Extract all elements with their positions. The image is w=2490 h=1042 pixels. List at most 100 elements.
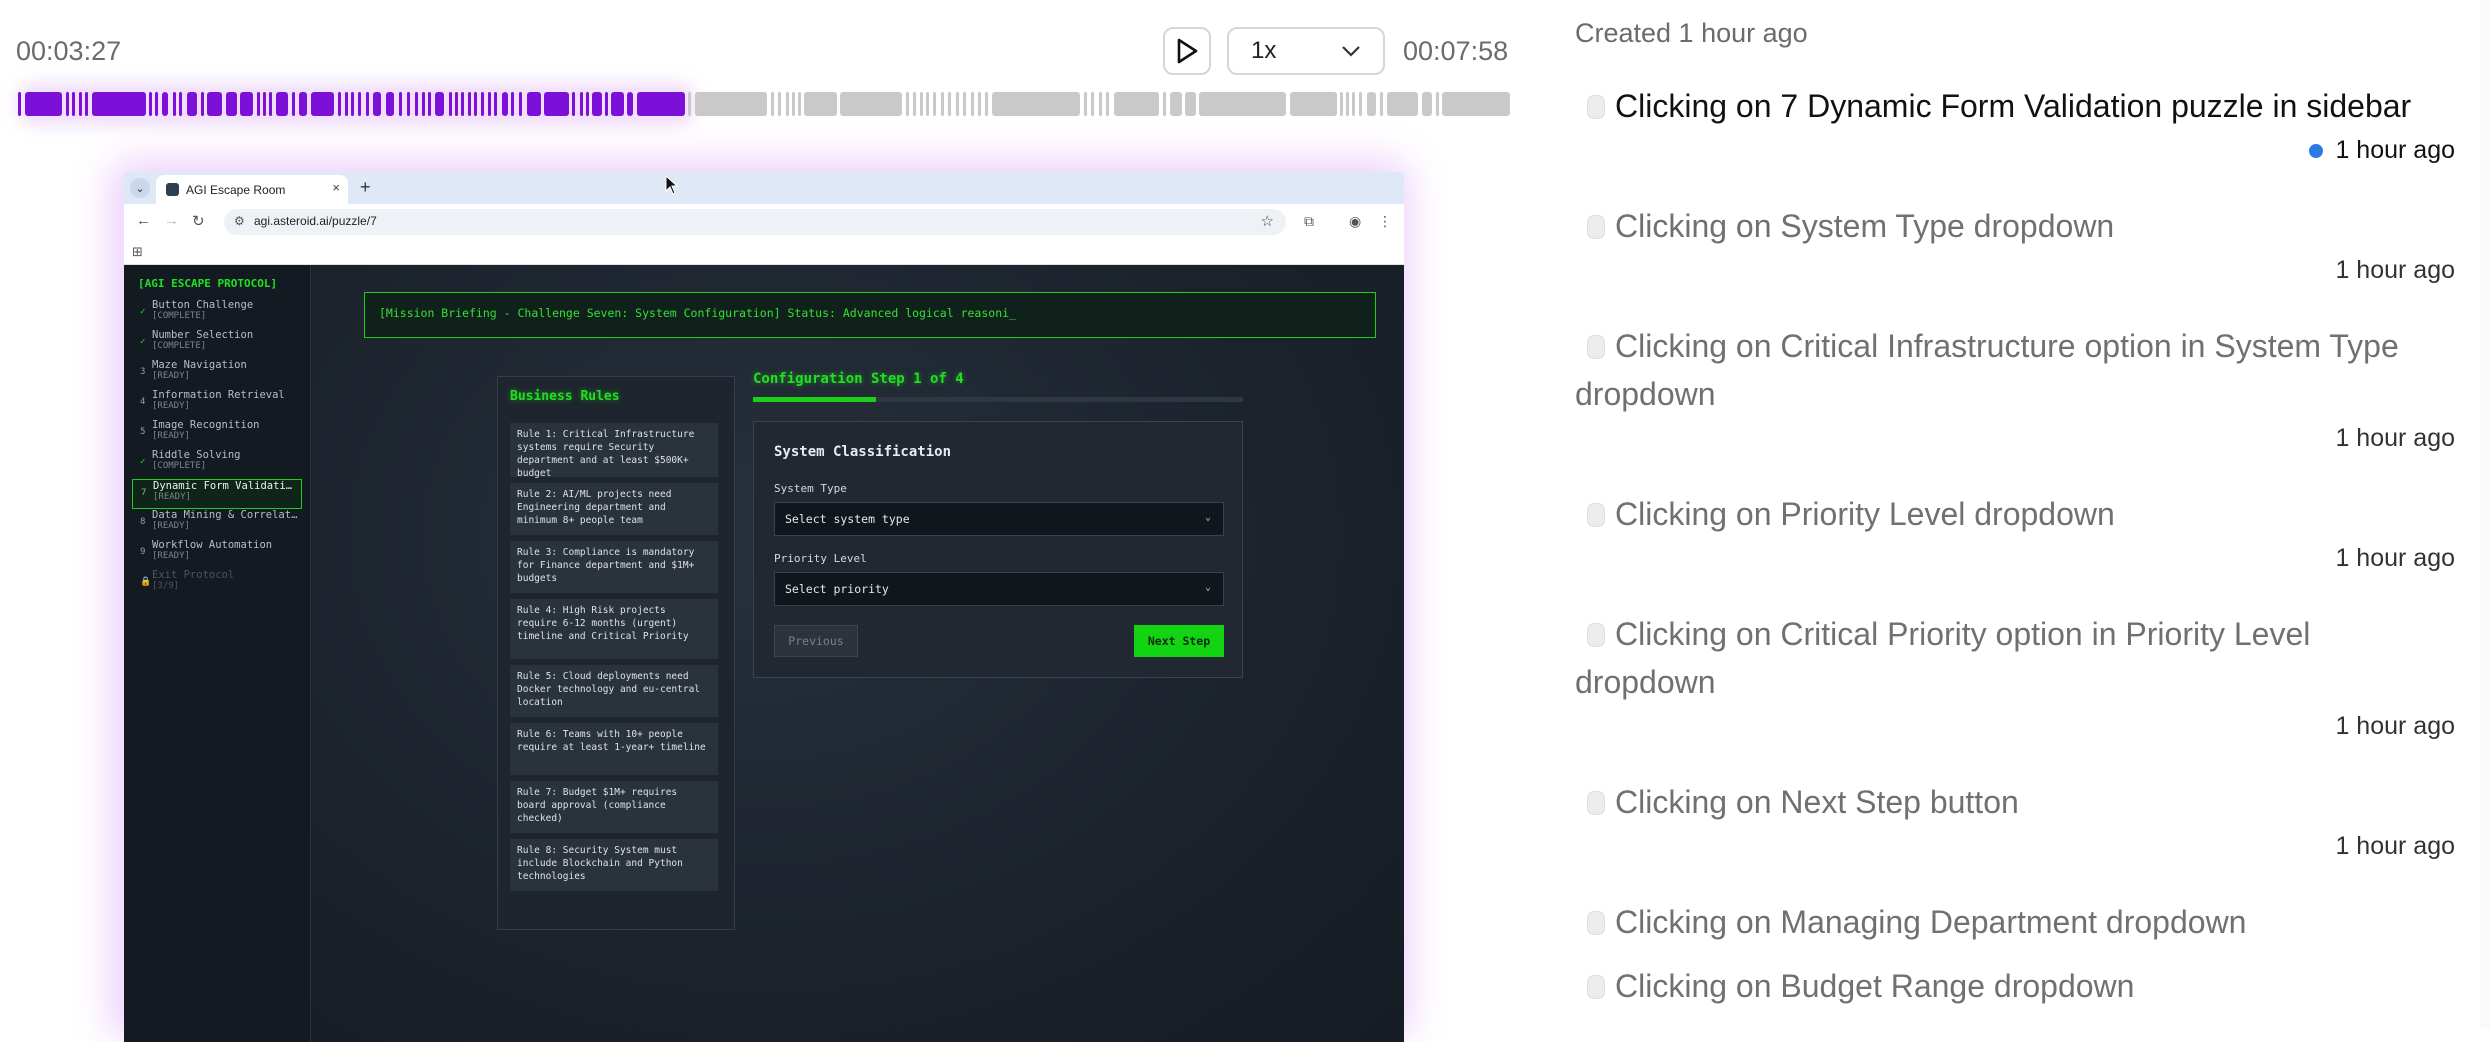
puzzle-number: 5 [140, 427, 146, 437]
log-entry-time: 1 hour ago [2335, 712, 2455, 740]
browser-toolbar: ← → ↻ ⚙ agi.asteroid.ai/puzzle/7 ☆ ⧉ ◉ ⋮ [124, 204, 1404, 240]
priority-level-dropdown[interactable]: Select priority ⌄ [774, 572, 1224, 606]
timeline-event-bar [544, 92, 569, 116]
timeline-event-bar [963, 92, 966, 116]
previous-button[interactable]: Previous [774, 625, 858, 657]
sidebar-item-puzzle[interactable]: 7 Dynamic Form Validati… [READY] [132, 479, 302, 509]
timeline-event-bar [688, 92, 691, 116]
business-rule: Rule 5: Cloud deployments need Docker te… [510, 665, 718, 717]
business-rule: Rule 3: Compliance is mandatory for Fina… [510, 541, 718, 593]
timeline-event-bar [978, 92, 981, 116]
timeline-event-bar [407, 92, 410, 116]
puzzle-number: 7 [141, 488, 147, 498]
timeline-event-bar [948, 92, 951, 116]
timeline-event-bar [1380, 92, 1383, 116]
business-rule: Rule 6: Teams with 10+ people require at… [510, 723, 718, 775]
bookmark-star-icon[interactable]: ☆ [1261, 212, 1274, 230]
timeline-activity-bars [18, 92, 1510, 116]
sidebar-item-puzzle[interactable]: 4 Information Retrieval [READY] [132, 389, 302, 419]
timeline-event-bar [792, 92, 795, 116]
back-icon[interactable]: ← [136, 212, 151, 229]
puzzle-status: [READY] [153, 492, 191, 502]
step-title: Configuration Step 1 of 4 [753, 371, 964, 387]
system-type-label: System Type [774, 482, 847, 495]
business-rules-panel: Business Rules Rule 1: Critical Infrastr… [497, 376, 735, 930]
puzzle-name: Data Mining & Correlat… [152, 509, 298, 521]
extensions-icon[interactable]: ⧉ [1304, 213, 1314, 230]
puzzle-name: Exit Protocol [152, 569, 235, 581]
timeline-event-bar [351, 92, 354, 116]
timeline-event-bar [502, 92, 508, 116]
reload-icon[interactable]: ↻ [192, 212, 205, 230]
created-timestamp: Created 1 hour ago [1575, 18, 1808, 48]
timeline-event-bar [386, 92, 394, 116]
sidebar-item-puzzle[interactable]: 9 Workflow Automation [READY] [132, 539, 302, 569]
log-entry[interactable]: Clicking on Critical Infrastructure opti… [1575, 322, 2455, 453]
profile-icon[interactable]: ◉ [1349, 213, 1361, 230]
site-info-icon[interactable]: ⚙ [234, 214, 245, 228]
timeline-event-bar [1185, 92, 1196, 116]
sidebar-item-puzzle[interactable]: 3 Maze Navigation [READY] [132, 359, 302, 389]
action-icon [1587, 95, 1605, 119]
timeline-event-bar [933, 92, 936, 116]
timeline-event-bar [511, 92, 514, 116]
address-bar[interactable]: ⚙ agi.asteroid.ai/puzzle/7 ☆ [224, 209, 1286, 235]
new-tab-icon[interactable]: + [360, 177, 371, 198]
log-entry-time: 1 hour ago [2335, 832, 2455, 860]
puzzle-status: [3/9] [152, 581, 180, 591]
configuration-wizard: Configuration Step 1 of 4 System Classif… [753, 371, 1243, 678]
close-icon[interactable]: × [332, 180, 340, 195]
timeline-event-bar [926, 92, 929, 116]
log-entry-title: Clicking on 7 Dynamic Form Validation pu… [1615, 88, 2412, 124]
log-entry-title: Clicking on Next Step button [1615, 784, 2019, 820]
sidebar-item-puzzle[interactable]: 5 Image Recognition [READY] [132, 419, 302, 449]
forward-icon[interactable]: → [164, 212, 179, 229]
sidebar-item-puzzle[interactable]: ✓ Button Challenge [COMPLETE] [132, 299, 302, 329]
sidebar-item-puzzle[interactable]: 8 Data Mining & Correlat… [READY] [132, 509, 302, 539]
timeline-event-bar [1436, 92, 1439, 116]
apps-grid-icon[interactable]: ⊞ [132, 244, 143, 260]
timeline-event-bar [1163, 92, 1166, 116]
timeline-event-bar [422, 92, 425, 116]
business-rule: Rule 7: Budget $1M+ requires board appro… [510, 781, 718, 833]
play-button[interactable] [1163, 27, 1211, 75]
log-entry[interactable]: Clicking on Next Step button 1 hour ago [1575, 778, 2455, 861]
timeline-event-bar [840, 92, 902, 116]
timeline-event-bar [778, 92, 781, 116]
timeline-event-bar [519, 92, 522, 116]
sidebar-item-puzzle[interactable]: ✓ Riddle Solving [COMPLETE] [132, 449, 302, 479]
timeline-event-bar [428, 92, 431, 116]
log-entry[interactable]: Clicking on Managing Department dropdown [1575, 898, 2455, 946]
timeline-scrubber[interactable] [16, 82, 1512, 126]
puzzle-number: ✓ [140, 337, 146, 347]
puzzle-number: 🔒 [140, 577, 152, 587]
log-entry[interactable]: Clicking on Critical Priority option in … [1575, 610, 2455, 741]
log-scrollbar[interactable] [2480, 0, 2490, 1028]
sidebar-item-puzzle[interactable]: 🔒 Exit Protocol [3/9] [132, 569, 302, 599]
timeline-event-bar [611, 92, 624, 116]
action-icon [1587, 623, 1605, 647]
action-icon [1587, 503, 1605, 527]
tab-search-icon[interactable]: ⌄ [130, 178, 150, 198]
current-time: 00:03:27 [16, 36, 122, 66]
timeline-event-bar [913, 92, 916, 116]
timeline-event-bar [956, 92, 959, 116]
puzzle-status: [COMPLETE] [152, 461, 207, 471]
system-type-dropdown[interactable]: Select system type ⌄ [774, 502, 1224, 536]
puzzle-name: Riddle Solving [152, 449, 241, 461]
puzzle-status: [READY] [152, 551, 190, 561]
log-entry[interactable]: Clicking on Priority Level dropdown 1 hou… [1575, 490, 2455, 573]
menu-kebab-icon[interactable]: ⋮ [1378, 213, 1392, 230]
log-entry[interactable]: Clicking on Budget Range dropdown [1575, 962, 2455, 1010]
playback-speed-select[interactable]: 1x [1227, 27, 1385, 75]
log-entry[interactable]: Clicking on System Type dropdown 1 hour a… [1575, 202, 2455, 285]
next-step-button[interactable]: Next Step [1134, 625, 1224, 657]
browser-tab[interactable]: AGI Escape Room × [156, 175, 348, 204]
log-entry-title: Clicking on System Type dropdown [1615, 208, 2115, 244]
sidebar-item-puzzle[interactable]: ✓ Number Selection [COMPLETE] [132, 329, 302, 359]
timeline-event-bar [1340, 92, 1343, 116]
log-entry[interactable]: Clicking on 7 Dynamic Form Validation pu… [1575, 82, 2455, 165]
log-entry-time: 1 hour ago [2335, 544, 2455, 572]
favicon-icon [166, 183, 179, 196]
action-icon [1587, 911, 1605, 935]
